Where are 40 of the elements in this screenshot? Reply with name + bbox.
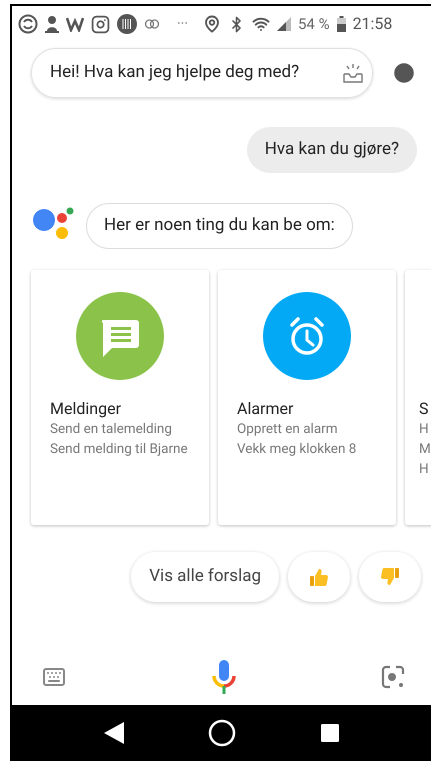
wifi-icon	[252, 15, 270, 33]
card-example-text: M	[419, 440, 431, 459]
thumbs-down-button[interactable]	[359, 552, 421, 602]
striped-circle-icon	[117, 14, 137, 34]
thumbs-up-icon	[309, 567, 329, 587]
card-title: Alarmer	[237, 398, 294, 419]
user-message-text: Hva kan du gjøre?	[264, 138, 399, 162]
clock-time: 21:58	[352, 13, 392, 35]
back-icon[interactable]	[104, 722, 124, 744]
card-example-text: Vekk meg klokken 8	[237, 440, 358, 459]
more-notifications: ···	[177, 14, 188, 34]
location-icon	[202, 15, 221, 33]
lens-icon[interactable]	[381, 665, 405, 689]
assistant-message-text: Her er noen ting du kan be om:	[104, 214, 335, 238]
card-example-text: H	[419, 460, 430, 479]
card-example-text: H	[419, 420, 430, 439]
home-icon[interactable]	[208, 719, 236, 747]
battery-percent: 54 %	[298, 14, 330, 35]
card-title: S	[419, 398, 430, 419]
keyboard-icon[interactable]	[42, 665, 66, 689]
person-icon	[45, 15, 59, 33]
w-logo-icon	[66, 16, 84, 32]
card-example-text: Send en talemelding	[50, 420, 173, 439]
inbox-sparkle-icon	[342, 62, 364, 84]
suggestion-card[interactable]: S H M H	[405, 270, 431, 525]
signal-icon	[276, 17, 291, 31]
recents-icon[interactable]	[320, 724, 339, 742]
link-rings-icon	[144, 18, 160, 30]
suggestion-card[interactable]: Alarmer Opprett en alarm Vekk meg klokken 8	[218, 270, 396, 525]
card-title: Meldinger	[50, 398, 122, 419]
suggestion-card[interactable]: Meldinger Send en talemelding Send melding til Bjarne	[31, 270, 209, 525]
card-example-text: Send melding til Bjarne	[50, 440, 189, 459]
microphone-icon[interactable]	[210, 660, 236, 694]
thumbs-down-icon	[380, 567, 400, 587]
show-all-suggestions-chip[interactable]: Vis alle forslag	[131, 552, 279, 602]
battery-icon	[336, 16, 346, 32]
greeting-text: Hei! Hva kan jeg hjelpe deg med?	[50, 61, 300, 84]
instagram-icon	[91, 14, 110, 34]
card-example-text: Opprett en alarm	[237, 420, 339, 439]
thumbs-up-button[interactable]	[288, 552, 350, 602]
